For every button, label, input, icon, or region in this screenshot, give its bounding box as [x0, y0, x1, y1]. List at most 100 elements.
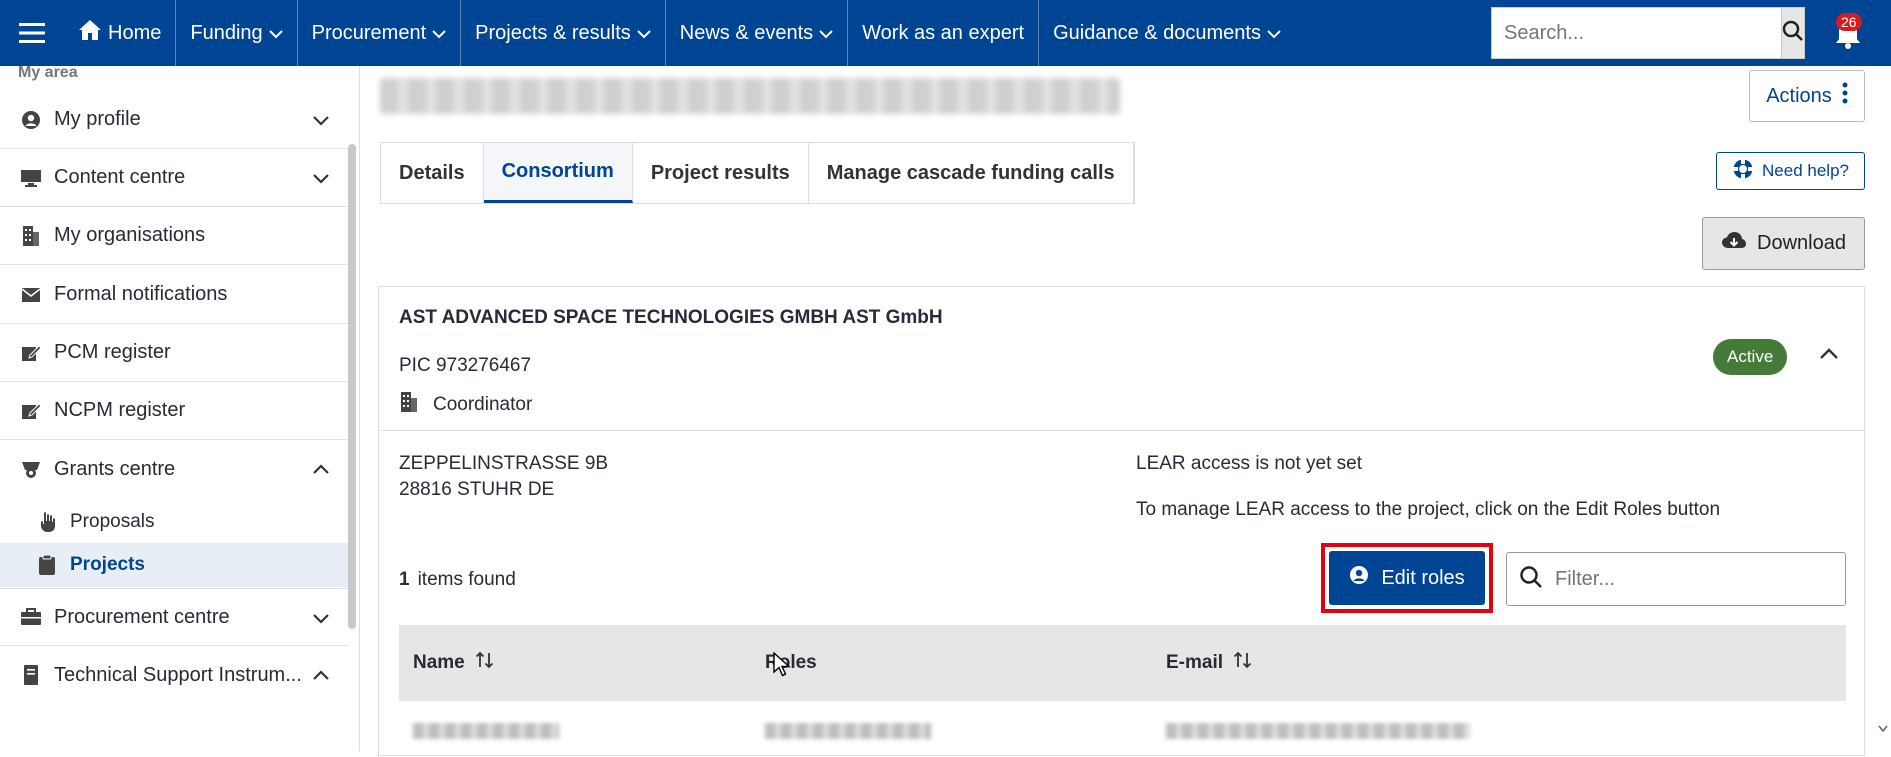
- lear-hint: To manage LEAR access to the project, cl…: [1136, 499, 1721, 520]
- home-icon: [78, 19, 102, 47]
- chevron-down-icon: [312, 167, 330, 190]
- actions-label: Actions: [1766, 84, 1832, 107]
- building-icon: [18, 223, 44, 249]
- nav-guidance-documents[interactable]: Guidance & documents: [1039, 0, 1295, 66]
- sidebar: My area My profile Content centre My org…: [0, 64, 360, 751]
- organisation-pic: PIC 973276467: [399, 355, 532, 376]
- sidebar-item-label: Technical Support Instrum...: [54, 663, 302, 686]
- sidebar-item-ncpm-register[interactable]: NCPM register: [0, 382, 348, 440]
- column-header-label: E-mail: [1166, 652, 1224, 673]
- table-header: Name Roles E-mail: [399, 625, 1846, 701]
- participant-card: AST ADVANCED SPACE TECHNOLOGIES GMBH AST…: [378, 286, 1865, 756]
- chevron-up-icon[interactable]: [1819, 347, 1839, 365]
- sidebar-item-formal-notifications[interactable]: Formal notifications: [0, 266, 348, 324]
- edit-roles-label: Edit roles: [1381, 566, 1465, 589]
- nav-procurement[interactable]: Procurement: [298, 0, 462, 66]
- items-count: 1: [399, 569, 410, 590]
- building-icon: [399, 391, 419, 419]
- tab-project-results[interactable]: Project results: [633, 143, 809, 203]
- column-header-name[interactable]: Name: [413, 651, 495, 675]
- nav-funding[interactable]: Funding: [176, 0, 298, 66]
- filter-box: [1506, 552, 1846, 606]
- award-icon: [18, 456, 44, 482]
- edit-icon: [18, 398, 44, 424]
- nav-home-label: Home: [108, 21, 162, 44]
- global-search: [1491, 7, 1805, 59]
- sidebar-item-my-organisations[interactable]: My organisations: [0, 207, 348, 265]
- chevron-down-icon: [432, 22, 446, 45]
- hand-icon: [38, 511, 62, 533]
- nav-funding-label: Funding: [190, 21, 263, 44]
- nav-work-as-expert[interactable]: Work as an expert: [848, 0, 1040, 66]
- edit-roles-button[interactable]: Edit roles: [1329, 551, 1485, 605]
- briefcase-icon: [18, 604, 44, 630]
- redacted-email-cell: [1166, 723, 1470, 739]
- sidebar-item-label: Content centre: [54, 166, 186, 188]
- address-line-2: 28816 STUHR DE: [399, 479, 555, 500]
- download-button[interactable]: Download: [1702, 217, 1865, 270]
- sidebar-item-label: Grants centre: [54, 457, 176, 480]
- actions-button[interactable]: Actions: [1749, 70, 1865, 122]
- table-row[interactable]: [399, 701, 1846, 757]
- cloud-download-icon: [1721, 231, 1747, 257]
- book-icon: [18, 662, 44, 688]
- chevron-down-icon: [268, 22, 283, 45]
- sidebar-item-procurement-centre[interactable]: Procurement centre: [0, 588, 348, 646]
- chevron-up-icon: [312, 664, 330, 687]
- sidebar-scrollbar[interactable]: [348, 144, 356, 629]
- column-header-label: Name: [413, 652, 465, 673]
- lifebuoy-icon: [1732, 158, 1754, 185]
- need-help-label: Need help?: [1762, 161, 1849, 180]
- chevron-down-icon: [1267, 22, 1281, 45]
- user-circle-icon: [1349, 565, 1369, 591]
- search-input[interactable]: [1491, 7, 1782, 59]
- mouse-cursor-icon: [773, 651, 791, 683]
- sidebar-item-content-centre[interactable]: Content centre: [0, 149, 348, 207]
- address-line-1: ZEPPELINSTRASSE 9B: [399, 453, 609, 474]
- edit-icon: [18, 340, 44, 366]
- status-badge: Active: [1713, 339, 1788, 375]
- sort-icon: [1233, 651, 1253, 675]
- sidebar-item-label: My profile: [54, 108, 141, 130]
- items-found-label: items found: [417, 569, 516, 590]
- nav-work-as-expert-label: Work as an expert: [862, 21, 1025, 44]
- sidebar-item-proposals[interactable]: Proposals: [0, 500, 348, 544]
- clipboard-icon: [38, 554, 62, 576]
- sidebar-item-my-profile[interactable]: My profile: [0, 91, 348, 149]
- page-title-redacted: [380, 78, 1120, 114]
- search-button[interactable]: [1782, 7, 1805, 59]
- nav-news-events[interactable]: News & events: [666, 0, 849, 66]
- search-icon: [1782, 20, 1804, 47]
- sidebar-item-label: Proposals: [70, 511, 155, 532]
- menu-icon[interactable]: [0, 0, 64, 66]
- tab-consortium[interactable]: Consortium: [483, 143, 633, 203]
- filter-input[interactable]: [1555, 567, 1815, 591]
- column-header-email[interactable]: E-mail: [1166, 651, 1253, 675]
- sidebar-item-label: Formal notifications: [54, 283, 228, 305]
- tab-details[interactable]: Details: [381, 143, 484, 203]
- scroll-down-icon[interactable]: [1878, 720, 1888, 738]
- monitor-icon: [18, 165, 44, 191]
- card-divider: [379, 430, 1864, 431]
- redacted-name-cell: [413, 723, 559, 739]
- sidebar-item-technical-support[interactable]: Technical Support Instrum...: [0, 646, 348, 704]
- nav-news-events-label: News & events: [679, 21, 814, 44]
- chevron-down-icon: [312, 109, 330, 132]
- download-label: Download: [1757, 232, 1846, 254]
- need-help-button[interactable]: Need help?: [1716, 152, 1865, 190]
- chevron-down-icon: [312, 607, 330, 630]
- organisation-role: Coordinator: [399, 391, 532, 419]
- organisation-role-label: Coordinator: [433, 394, 533, 415]
- chevron-up-icon: [312, 458, 330, 481]
- sidebar-item-projects[interactable]: Projects: [0, 543, 348, 587]
- sidebar-item-label: My organisations: [54, 224, 206, 246]
- sidebar-item-grants-centre[interactable]: Grants centre: [0, 440, 348, 498]
- nav-home[interactable]: Home: [64, 0, 177, 66]
- user-circle-icon: [18, 107, 44, 133]
- project-tabs: Details Consortium Project results Manag…: [380, 142, 1135, 204]
- sidebar-item-pcm-register[interactable]: PCM register: [0, 324, 348, 382]
- tab-manage-cascade-funding-calls[interactable]: Manage cascade funding calls: [809, 143, 1134, 203]
- sidebar-section-title: My area: [18, 64, 78, 81]
- nav-projects-results[interactable]: Projects & results: [461, 0, 666, 66]
- chevron-down-icon: [819, 22, 833, 45]
